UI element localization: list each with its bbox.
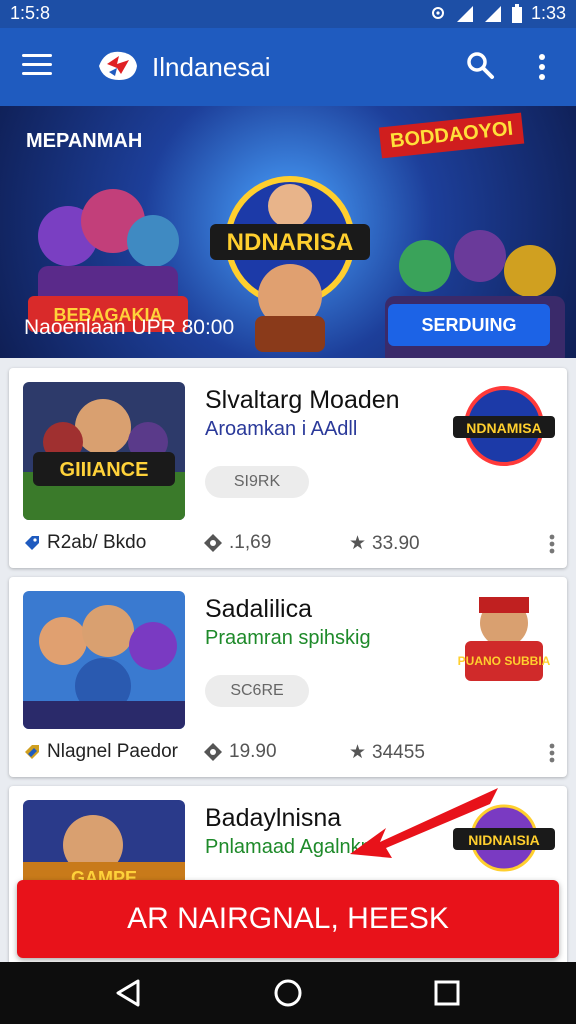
publisher-name: Nlagnel Paedor (47, 741, 178, 762)
star-icon: ★ (349, 533, 367, 554)
app-thumbnail (23, 591, 185, 729)
status-time-right: 1:33 (530, 3, 566, 23)
download-icon (204, 534, 222, 552)
system-nav-bar (0, 962, 576, 1024)
overflow-menu-icon[interactable] (535, 52, 549, 82)
app-card-footer: R2ab/ Bkdo .1,69 ★ 33.90 (23, 528, 557, 558)
badge-logo-text: NDNAMISA (466, 420, 541, 436)
download-count: 19.90 (229, 741, 277, 762)
downloads: .1,69 (203, 532, 271, 554)
app-card[interactable]: Sadalilica Praamran spihskig SC6RE PUANO… (9, 577, 567, 777)
status-icons: 1:33 (429, 3, 566, 24)
app-subtitle: Praamran spihskig (205, 627, 371, 649)
home-icon[interactable] (271, 976, 305, 1010)
rating-value: 33.90 (372, 532, 420, 554)
app-name: Slvaltarg Moaden (205, 386, 400, 414)
card-more-icon[interactable] (549, 534, 555, 554)
app-thumbnail: GIIIANCE (23, 382, 185, 520)
status-time-left: 1:5:8 (10, 3, 51, 23)
rating-value: 34455 (372, 741, 425, 763)
app-bar: Ilndanesai (0, 28, 576, 106)
app-badge-logo: PUANO SUBBIA (458, 597, 551, 681)
status-bar: 1:5:8 1:33 (0, 0, 576, 28)
download-icon (204, 743, 222, 761)
promo-banner[interactable]: MEPANMAH BODDAOYOI BEBAGAKIA NDNARISA Na… (0, 106, 576, 358)
app-card-footer: Nlagnel Paedor 19.90 ★ 34455 (23, 737, 557, 767)
hamburger-menu-icon[interactable] (22, 54, 52, 78)
recents-icon[interactable] (430, 976, 464, 1010)
banner-ribbon: BODDAOYOI (378, 112, 525, 159)
app-title: Ilndanesai (152, 52, 271, 82)
battery-icon (511, 3, 522, 23)
banner-center-logo-text: NDNARISA (227, 229, 354, 256)
signal-icon-2 (484, 5, 501, 22)
download-count: .1,69 (229, 532, 272, 553)
search-icon[interactable] (465, 50, 495, 80)
banner-cta-button[interactable]: SERDUING (388, 304, 550, 346)
banner-top-label: MEPANMAH (26, 130, 143, 152)
card-more-icon[interactable] (549, 743, 555, 763)
signal-icon (456, 5, 473, 22)
back-icon[interactable] (112, 976, 146, 1010)
app-logo-icon (99, 51, 137, 80)
app-action-pill[interactable]: SI9RK (205, 466, 309, 498)
rating: ★ 33.90 (349, 532, 420, 555)
publisher-name: R2ab/ Bkdo (47, 532, 147, 553)
publisher: R2ab/ Bkdo (23, 532, 146, 554)
thumb-logo-text: GIIIANCE (60, 459, 149, 481)
rating: ★ 34455 (349, 741, 425, 764)
badge-logo-text: PUANO SUBBIA (458, 654, 551, 668)
banner-subtitle: Naoenlaan UPR 80:00 (24, 316, 235, 339)
app-action-pill[interactable]: SC6RE (205, 675, 309, 707)
arrow-pointer-icon (350, 788, 498, 858)
publisher: Nlagnel Paedor (23, 741, 178, 763)
app-card[interactable]: GIIIANCE Slvaltarg Moaden Aroamkan i AAd… (9, 368, 567, 568)
app-name: Sadalilica (205, 595, 313, 623)
downloads: 19.90 (203, 741, 277, 763)
primary-action-button[interactable]: AR NAIRGNAL, HEESK (17, 880, 559, 958)
star-icon: ★ (349, 742, 367, 763)
app-name: Badaylnisna (205, 804, 342, 832)
location-icon (431, 6, 444, 19)
publisher-tag-icon (25, 745, 39, 759)
app-subtitle: Aroamkan i AAdll (205, 418, 358, 440)
banner-heroes-left-illustration: BEBAGAKIA (28, 189, 188, 332)
app-badge-logo: NDNAMISA (453, 386, 555, 466)
publisher-tag-icon (25, 536, 39, 550)
